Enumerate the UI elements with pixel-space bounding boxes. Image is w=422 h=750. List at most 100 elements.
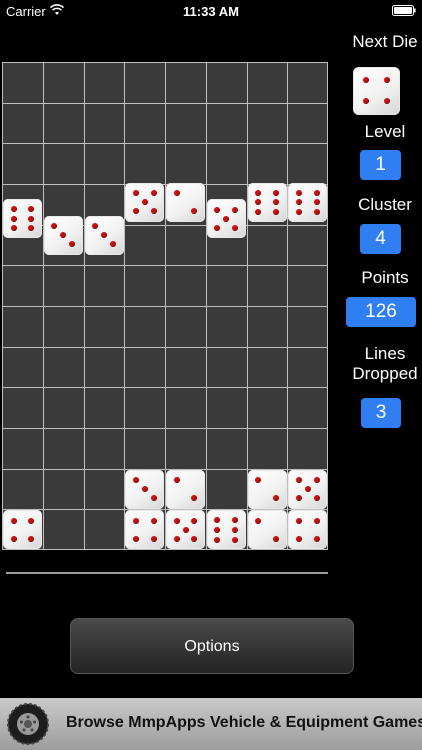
die-pip bbox=[295, 517, 302, 524]
die-pip bbox=[10, 517, 17, 524]
grid-line-horizontal bbox=[2, 428, 328, 429]
lines-dropped-value: 3 bbox=[361, 398, 401, 428]
die-pip bbox=[313, 535, 320, 542]
die-pip bbox=[362, 98, 369, 105]
die-pip bbox=[214, 206, 221, 213]
die-pip bbox=[141, 486, 148, 493]
grid-line-horizontal bbox=[2, 143, 328, 145]
options-button[interactable]: Options bbox=[70, 618, 354, 674]
die-pip bbox=[132, 517, 139, 524]
die-pip bbox=[173, 517, 180, 524]
board-die bbox=[288, 469, 328, 509]
die-pip bbox=[362, 76, 369, 83]
die-pip bbox=[150, 517, 157, 524]
battery-icon bbox=[392, 5, 416, 16]
die-pip bbox=[214, 536, 221, 543]
die-pip bbox=[255, 517, 262, 524]
die-pip bbox=[313, 477, 320, 484]
board-die bbox=[288, 510, 328, 550]
die-pip bbox=[150, 495, 157, 502]
next-die-preview bbox=[353, 67, 400, 115]
die-pip bbox=[150, 535, 157, 542]
die-pip bbox=[214, 224, 221, 231]
grid-line-horizontal bbox=[2, 62, 328, 63]
die-pip bbox=[132, 190, 139, 197]
die-pip bbox=[304, 486, 311, 493]
die-pip bbox=[313, 495, 320, 502]
board-die bbox=[288, 182, 328, 222]
die-pip bbox=[232, 526, 239, 533]
points-value: 126 bbox=[346, 297, 416, 327]
die-pip bbox=[232, 536, 239, 543]
die-pip bbox=[132, 208, 139, 215]
grid-line-horizontal bbox=[2, 346, 328, 348]
die-pip bbox=[295, 189, 302, 196]
level-label: Level bbox=[364, 122, 406, 141]
die-pip bbox=[232, 206, 239, 213]
die-pip bbox=[384, 76, 391, 83]
board-die bbox=[43, 215, 83, 255]
die-pip bbox=[223, 215, 230, 222]
die-pip bbox=[272, 199, 279, 206]
cluster-label: Cluster bbox=[358, 195, 412, 214]
board-die bbox=[125, 182, 165, 222]
die-pip bbox=[272, 209, 279, 216]
die-pip bbox=[28, 205, 35, 212]
lines-dropped-label-line2: Dropped bbox=[352, 364, 418, 383]
die-pip bbox=[101, 232, 107, 238]
die-pip bbox=[173, 190, 180, 197]
board-die bbox=[247, 182, 287, 222]
board-die bbox=[84, 215, 124, 255]
die-pip bbox=[255, 199, 262, 206]
points-label: Points bbox=[361, 268, 409, 287]
die-pip bbox=[173, 535, 180, 542]
die-pip bbox=[182, 526, 189, 533]
die-pip bbox=[232, 517, 239, 524]
board-die bbox=[247, 469, 287, 509]
board-divider bbox=[6, 572, 328, 574]
board-die bbox=[166, 469, 205, 509]
grid-line-horizontal bbox=[2, 306, 328, 307]
die-pip bbox=[150, 190, 157, 197]
die-pip bbox=[132, 477, 139, 484]
die-pip bbox=[384, 98, 391, 105]
grid-line-horizontal bbox=[2, 102, 328, 104]
die-pip bbox=[60, 232, 67, 238]
board-die bbox=[206, 510, 246, 550]
game-screen: Carrier 11:33 AM Next Die Level 1 Cluste… bbox=[0, 0, 422, 750]
die-pip bbox=[272, 495, 279, 502]
die-pip bbox=[313, 199, 320, 206]
ad-banner[interactable]: Browse MmpApps Vehicle & Equipment Games bbox=[0, 698, 422, 750]
game-board[interactable] bbox=[2, 62, 328, 550]
die-pip bbox=[295, 535, 302, 542]
die-pip bbox=[10, 205, 17, 212]
board-die bbox=[206, 199, 246, 239]
die-pip bbox=[214, 517, 221, 524]
die-pip bbox=[255, 189, 262, 196]
cluster-value: 4 bbox=[360, 224, 401, 254]
die-pip bbox=[173, 477, 180, 484]
board-die bbox=[3, 199, 42, 239]
die-pip bbox=[132, 535, 139, 542]
grid-line-horizontal bbox=[2, 265, 328, 267]
die-pip bbox=[191, 535, 198, 542]
die-pip bbox=[295, 199, 302, 206]
next-die-label: Next Die bbox=[352, 32, 418, 51]
die-pip bbox=[214, 526, 221, 533]
board-die bbox=[247, 510, 287, 550]
die-pip bbox=[313, 189, 320, 196]
level-value: 1 bbox=[360, 150, 401, 180]
die-pip bbox=[191, 208, 198, 215]
die-pip bbox=[232, 224, 239, 231]
die-pip bbox=[92, 223, 99, 230]
die-pip bbox=[313, 517, 320, 524]
die-pip bbox=[255, 209, 262, 216]
die-pip bbox=[28, 535, 35, 542]
die-pip bbox=[272, 189, 279, 196]
die-pip bbox=[150, 208, 157, 215]
die-pip bbox=[10, 535, 17, 542]
die-pip bbox=[51, 223, 58, 230]
die-pip bbox=[28, 225, 35, 232]
die-pip bbox=[141, 199, 148, 206]
die-pip bbox=[28, 517, 35, 524]
